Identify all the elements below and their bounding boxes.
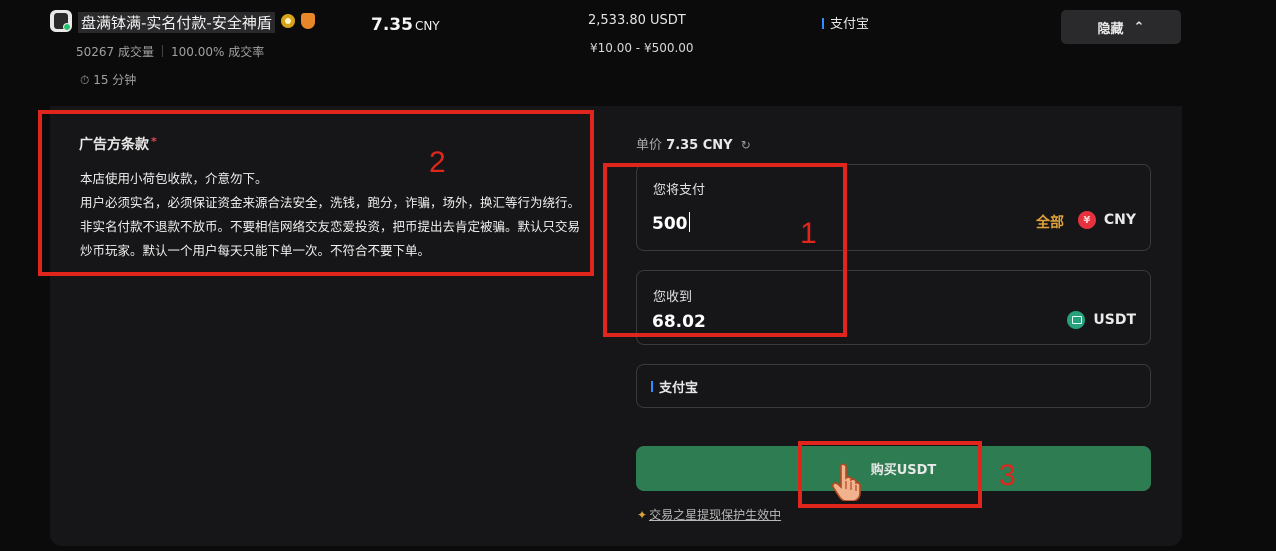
completion-rate: 100.00% 成交率 (171, 45, 265, 59)
merchant-release-time: ⏱ 15 分钟 (80, 73, 137, 87)
sparkle-icon: ✦ (637, 508, 648, 522)
unit-price: 单价 7.35 CNY ↻ (636, 138, 751, 153)
annotation-box-2 (38, 110, 594, 276)
refresh-icon[interactable]: ↻ (741, 138, 751, 152)
verified-badge-icon (281, 14, 295, 28)
hide-button[interactable]: 隐藏 ⌃ (1061, 10, 1181, 44)
merchant-avatar[interactable] (50, 10, 72, 32)
online-dot-icon (63, 23, 71, 31)
usdt-icon (1067, 311, 1086, 329)
protection-notice[interactable]: ✦ 交易之星提现保护生效中 (637, 506, 781, 523)
order-limits: ¥10.00 - ¥500.00 (590, 41, 694, 55)
annotation-box-3 (798, 441, 982, 508)
offer-payment-method: 支付宝 (822, 13, 869, 32)
receive-currency: USDT (1067, 311, 1136, 329)
annotation-number-1: 1 (800, 217, 817, 250)
timer-icon: ⏱ (80, 73, 90, 87)
merchant-stats: 50267 成交量 100.00% 成交率 (76, 43, 264, 60)
cny-icon: ¥ (1077, 211, 1096, 229)
annotation-number-2: 2 (429, 146, 446, 179)
all-amount-button[interactable]: 全部 (1036, 212, 1064, 232)
chevron-up-icon: ⌃ (1133, 19, 1145, 35)
shield-badge-icon (301, 13, 315, 29)
trade-count: 50267 成交量 (76, 45, 154, 59)
available-amount: 2,533.80 USDT (588, 13, 686, 28)
offer-price: 7.35 CNY (371, 15, 440, 35)
hand-cursor-icon (831, 463, 861, 501)
annotation-number-3: 3 (999, 459, 1016, 492)
merchant-name[interactable]: 盘满钵满-实名付款-安全神盾 (78, 12, 275, 33)
pay-currency: ¥ CNY (1077, 211, 1136, 229)
payment-method-select[interactable]: 支付宝 (636, 364, 1151, 408)
